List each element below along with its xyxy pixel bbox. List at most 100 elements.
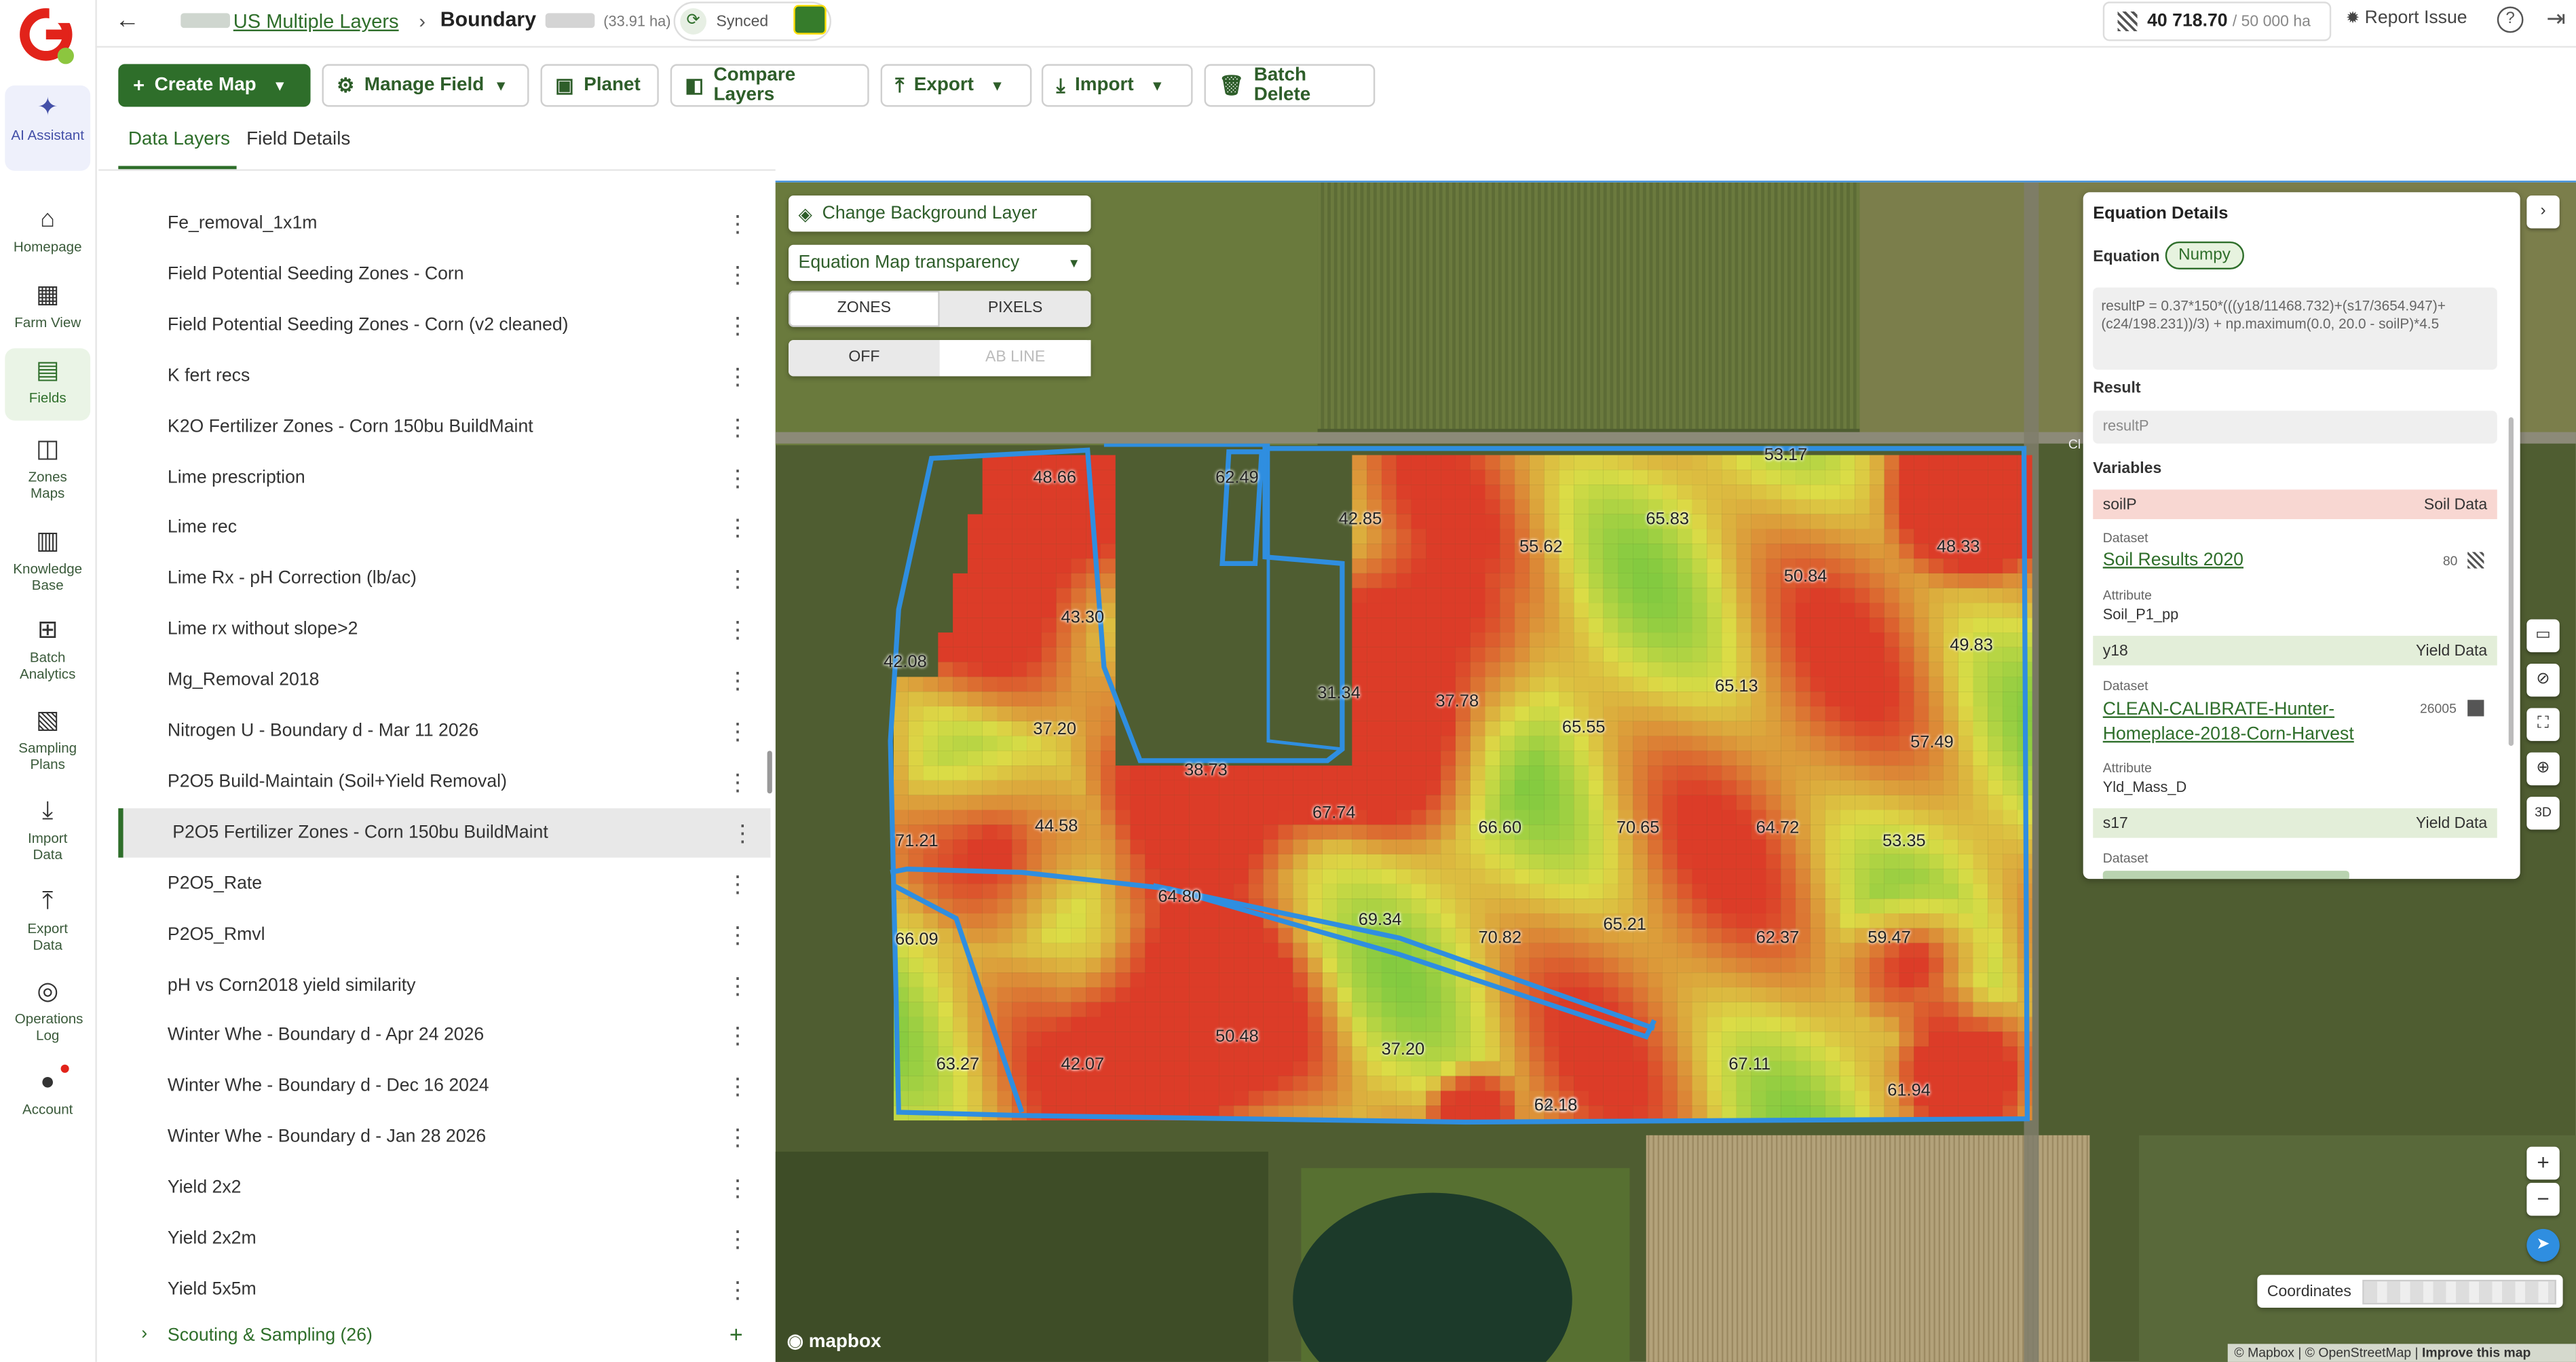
layer-row[interactable]: K2O Fertilizer Zones - Corn 150bu BuildM… <box>118 402 765 451</box>
3d-view-icon[interactable]: 3D <box>2526 797 2560 830</box>
scouting-section[interactable]: › Scouting & Sampling (26) + <box>118 1321 759 1352</box>
more-options-icon[interactable]: ⋮ <box>726 1278 749 1301</box>
panel-scrollbar[interactable] <box>2508 417 2514 746</box>
create-map-button[interactable]: + Create Map ▾ <box>118 64 311 107</box>
more-options-icon[interactable]: ⋮ <box>726 415 749 438</box>
layer-row[interactable]: Yield 2x2m ⋮ <box>118 1214 765 1264</box>
dataset-link[interactable]: CLEAN-CALIBRATE-Hunter-Homeplace-2018-Co… <box>2103 698 2415 748</box>
export-button[interactable]: ⤒ Export ▾ <box>880 64 1032 107</box>
compare-layers-button[interactable]: ◧ Compare Layers <box>670 64 869 107</box>
report-issue-button[interactable]: ✹ Report Issue <box>2346 8 2467 28</box>
layer-row[interactable]: P2O5_Rate ⋮ <box>118 858 765 908</box>
rail-homepage[interactable]: ⌂ Homepage <box>5 206 90 254</box>
list-scrollbar[interactable] <box>767 751 772 794</box>
layer-row[interactable]: K fert recs ⋮ <box>118 351 765 400</box>
rail-farm-view[interactable]: ▦ Farm View <box>5 282 90 330</box>
layer-row[interactable]: Mg_Removal 2018 ⋮ <box>118 656 765 705</box>
layer-row[interactable]: Lime prescription ⋮ <box>118 453 765 502</box>
more-options-icon[interactable]: ⋮ <box>726 1177 749 1200</box>
layer-row[interactable]: Field Potential Seeding Zones - Corn ⋮ <box>118 250 765 299</box>
coordinates-input[interactable] <box>2362 1279 2556 1305</box>
mapbox-logo[interactable]: ◉ mapbox <box>787 1329 882 1352</box>
compass-icon[interactable]: ➤ <box>2526 1228 2560 1262</box>
layer-row[interactable]: Yield 2x2 ⋮ <box>118 1163 765 1213</box>
more-options-icon[interactable]: ⋮ <box>726 567 749 590</box>
change-background-button[interactable]: ◈ Change Background Layer <box>789 195 1091 232</box>
layer-row[interactable]: Lime rx without slope>2 ⋮ <box>118 605 765 654</box>
batch-delete-button[interactable]: 🗑 Batch Delete <box>1204 64 1376 107</box>
layer-row[interactable]: pH vs Corn2018 yield similarity ⋮ <box>118 960 765 1010</box>
tab-data-layers[interactable]: Data Layers <box>128 130 230 149</box>
rail-export-data[interactable]: ⤒ Export Data <box>5 888 90 953</box>
breadcrumb-farm[interactable]: US Multiple Layers <box>181 10 399 33</box>
more-options-icon[interactable]: ⋮ <box>726 364 749 387</box>
rail-operations-log[interactable]: ◎ Operations Log <box>5 979 90 1044</box>
layer-row[interactable]: P2O5 Fertilizer Zones - Corn 150bu Build… <box>118 808 771 858</box>
rail-account[interactable]: ● Account <box>5 1064 90 1117</box>
more-options-icon[interactable]: ⋮ <box>731 821 754 844</box>
more-options-icon[interactable]: ⋮ <box>726 466 749 489</box>
layer-row[interactable]: P2O5_Rmvl ⋮ <box>118 909 765 959</box>
rail-ai-assistant[interactable]: ✦ AI Assistant <box>5 85 91 171</box>
hide-layer-icon[interactable]: ⊘ <box>2526 664 2560 697</box>
add-icon[interactable]: + <box>730 1321 743 1347</box>
layer-row[interactable]: Winter Whe - Boundary d - Apr 24 2026 ⋮ <box>118 1011 765 1061</box>
locate-icon[interactable]: ⊕ <box>2526 752 2560 786</box>
layer-row[interactable]: Winter Whe - Boundary d - Dec 16 2024 ⋮ <box>118 1062 765 1112</box>
collapse-panel-button[interactable]: › <box>2526 195 2560 229</box>
more-options-icon[interactable]: ⋮ <box>726 314 749 337</box>
layer-row[interactable]: Winter Whe - Boundary d - Jan 28 2026 ⋮ <box>118 1112 765 1162</box>
fullscreen-icon[interactable]: ⛶ <box>2526 708 2560 741</box>
more-options-icon[interactable]: ⋮ <box>726 669 749 692</box>
layer-row[interactable]: Fe_removal_1x1m ⋮ <box>118 199 765 248</box>
improve-map-link[interactable]: Improve this map <box>2422 1346 2531 1361</box>
rail-import-data[interactable]: ⤓ Import Data <box>5 797 90 863</box>
layer-row[interactable]: Lime Rx - pH Correction (lb/ac) ⋮ <box>118 554 765 604</box>
more-options-icon[interactable]: ⋮ <box>726 923 749 946</box>
back-arrow-icon[interactable]: ← <box>115 7 139 35</box>
attribution-text[interactable]: © Mapbox | © OpenStreetMap | <box>2234 1346 2418 1361</box>
layer-row[interactable]: Lime rec ⋮ <box>118 504 765 553</box>
dataset-link-cutoff[interactable] <box>2102 871 2349 879</box>
tab-field-details[interactable]: Field Details <box>246 130 350 149</box>
rail-fields[interactable]: ▤ Fields <box>5 348 91 421</box>
layer-row[interactable]: P2O5 Build-Maintain (Soil+Yield Removal)… <box>118 757 765 807</box>
more-options-icon[interactable]: ⋮ <box>726 1075 749 1098</box>
ab-line-option[interactable]: AB LINE <box>939 340 1091 377</box>
rail-batch-analytics[interactable]: ⊞ Batch Analytics <box>5 617 90 682</box>
layer-row[interactable]: Field Potential Seeding Zones - Corn (v2… <box>118 301 765 350</box>
ruler-icon[interactable]: ▭ <box>2526 619 2560 653</box>
help-icon[interactable]: ? <box>2497 6 2524 33</box>
more-options-icon[interactable]: ⋮ <box>726 516 749 540</box>
result-field[interactable]: resultP <box>2093 411 2497 444</box>
import-button[interactable]: ⤓ Import ▾ <box>1041 64 1193 107</box>
zones-option[interactable]: ZONES <box>789 290 940 327</box>
transparency-select[interactable]: Equation Map transparency ▾ <box>789 244 1091 281</box>
zoom-out-button[interactable]: − <box>2526 1183 2560 1216</box>
dataset-link[interactable]: Soil Results 2020 <box>2103 550 2243 570</box>
planet-button[interactable]: ▣ Planet <box>540 64 659 107</box>
app-logo[interactable] <box>20 6 76 66</box>
zoom-in-button[interactable]: + <box>2526 1146 2560 1180</box>
rail-sampling-plans[interactable]: ▧ Sampling Plans <box>5 707 90 772</box>
more-options-icon[interactable]: ⋮ <box>726 770 749 793</box>
pixels-option[interactable]: PIXELS <box>939 290 1091 327</box>
more-options-icon[interactable]: ⋮ <box>726 1227 749 1250</box>
rail-knowledge-base[interactable]: ▥ Knowledge Base <box>5 528 90 593</box>
john-deere-icon[interactable] <box>793 5 827 35</box>
off-option[interactable]: OFF <box>789 340 940 377</box>
layer-row[interactable]: Yield 5x5m ⋮ <box>118 1265 765 1314</box>
equation-formula[interactable]: resultP = 0.37*150*(((y18/11468.732)+(s1… <box>2093 287 2497 370</box>
more-options-icon[interactable]: ⋮ <box>726 1024 749 1047</box>
rail-zones-maps[interactable]: ◫ Zones Maps <box>5 436 90 502</box>
more-options-icon[interactable]: ⋮ <box>726 872 749 895</box>
more-options-icon[interactable]: ⋮ <box>726 618 749 641</box>
more-options-icon[interactable]: ⋮ <box>726 263 749 286</box>
manage-field-button[interactable]: ⚙ Manage Field ▾ <box>322 64 529 107</box>
logout-icon[interactable]: ⇥ <box>2546 5 2565 33</box>
layer-row[interactable]: Nitrogen U - Boundary d - Mar 11 2026 ⋮ <box>118 706 765 756</box>
more-options-icon[interactable]: ⋮ <box>726 973 749 996</box>
more-options-icon[interactable]: ⋮ <box>726 212 749 235</box>
more-options-icon[interactable]: ⋮ <box>726 719 749 742</box>
more-options-icon[interactable]: ⋮ <box>726 1126 749 1149</box>
